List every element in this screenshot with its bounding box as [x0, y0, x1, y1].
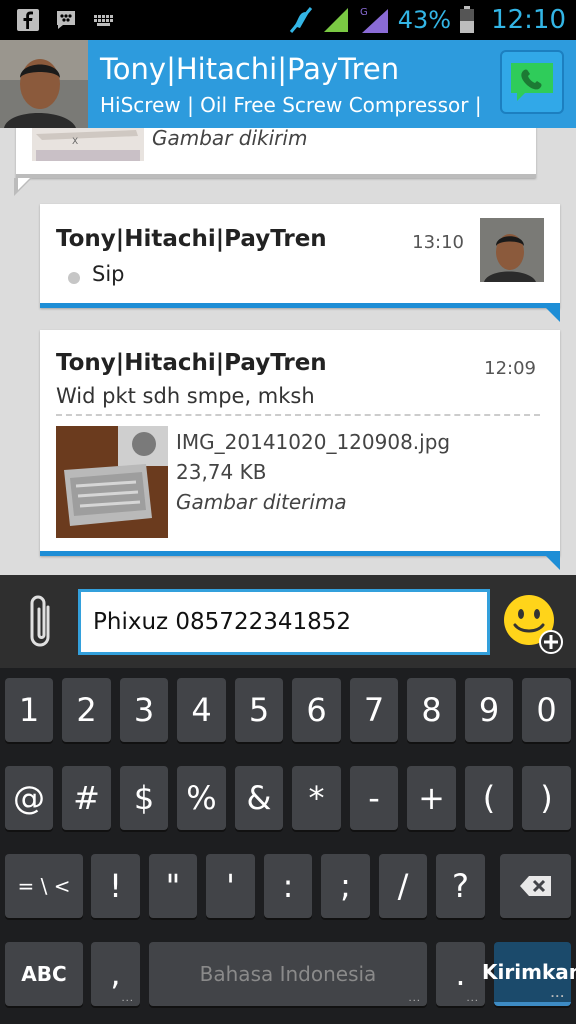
sent-image-bubble[interactable]: X Gambar dikirim: [16, 128, 536, 178]
sender-avatar[interactable]: [480, 218, 544, 282]
key-9[interactable]: 9: [465, 678, 513, 742]
mute-icon: [289, 7, 312, 33]
key-dots: ...: [550, 989, 565, 1000]
battery-percent: 43%: [397, 6, 452, 34]
key-space-label: Bahasa Indonesia: [199, 962, 377, 986]
key-space[interactable]: Bahasa Indonesia...: [149, 942, 427, 1006]
chat-header: Tony|Hitachi|PayTren HiScrew | Oil Free …: [0, 40, 576, 128]
key-dots: ...: [121, 993, 134, 1004]
key-minus[interactable]: -: [350, 766, 398, 830]
key-double-quote[interactable]: ": [149, 854, 197, 918]
message-sender: Tony|Hitachi|PayTren: [56, 350, 327, 376]
key-semicolon[interactable]: ;: [321, 854, 370, 918]
key-dollar[interactable]: $: [120, 766, 168, 830]
paperclip-icon[interactable]: [22, 593, 62, 653]
key-asterisk[interactable]: *: [292, 766, 341, 830]
key-6[interactable]: 6: [292, 678, 341, 742]
attachment-file-size: 23,74 KB: [176, 460, 267, 484]
sent-status: Gambar dikirim: [152, 128, 308, 150]
call-button[interactable]: [500, 50, 564, 114]
send-button[interactable]: Kirimkan...: [482, 942, 576, 1006]
key-2[interactable]: 2: [62, 678, 111, 742]
key-dots: ...: [408, 993, 421, 1004]
message-text: Wid pkt sdh smpe, mksh: [56, 384, 315, 408]
bubble-tail: [542, 304, 560, 322]
key-comma-label: ,: [110, 955, 121, 993]
backspace-icon: [519, 876, 551, 896]
bubble-tail: [542, 552, 560, 570]
key-question[interactable]: ?: [436, 854, 485, 918]
key-backspace[interactable]: [500, 854, 571, 918]
message-input[interactable]: Phixuz 085722341852: [78, 589, 490, 655]
read-status-dot: [68, 272, 80, 284]
facebook-icon: [17, 9, 39, 31]
key-colon[interactable]: :: [264, 854, 312, 918]
key-open-paren[interactable]: (: [465, 766, 513, 830]
message-bubble[interactable]: Tony|Hitachi|PayTren 12:09 Wid pkt sdh s…: [40, 330, 560, 556]
key-more-symbols[interactable]: = \ <: [5, 854, 83, 918]
attachment-status: Gambar diterima: [176, 490, 347, 514]
phone-icon: [511, 63, 553, 101]
signal-icon: [323, 8, 348, 32]
attachment-thumbnail[interactable]: [56, 426, 168, 538]
key-period-label: .: [455, 955, 466, 993]
message-time: 12:09: [484, 358, 536, 379]
key-period[interactable]: ....: [436, 942, 485, 1006]
chat-area[interactable]: X Gambar dikirim Tony|Hitachi|PayTren 13…: [0, 128, 576, 575]
message-time: 13:10: [412, 232, 464, 253]
message-sender: Tony|Hitachi|PayTren: [56, 226, 327, 252]
key-close-paren[interactable]: ): [522, 766, 571, 830]
keyboard-icon: [94, 15, 113, 26]
key-exclamation[interactable]: !: [91, 854, 140, 918]
svg-text:X: X: [72, 137, 78, 147]
key-comma[interactable]: ,...: [91, 942, 140, 1006]
status-time: 12:10: [491, 5, 566, 35]
bbm-icon: [57, 11, 75, 29]
key-dots: ...: [466, 993, 479, 1004]
header-title[interactable]: Tony|Hitachi|PayTren: [100, 52, 399, 86]
key-plus[interactable]: +: [407, 766, 456, 830]
key-hash[interactable]: #: [62, 766, 111, 830]
key-4[interactable]: 4: [177, 678, 226, 742]
key-slash[interactable]: /: [379, 854, 427, 918]
sent-image-thumbnail[interactable]: X: [32, 128, 144, 161]
message-bubble[interactable]: Tony|Hitachi|PayTren 13:10 Sip: [40, 204, 560, 308]
battery-icon: [460, 6, 475, 33]
contact-avatar[interactable]: [0, 40, 88, 128]
header-subtitle[interactable]: HiScrew | Oil Free Screw Compressor |...: [100, 93, 480, 117]
status-bar: G 43% 12:10: [0, 0, 576, 40]
compose-bar: Phixuz 085722341852: [0, 575, 576, 668]
key-ampersand[interactable]: &: [235, 766, 283, 830]
key-single-quote[interactable]: ': [206, 854, 255, 918]
key-8[interactable]: 8: [407, 678, 456, 742]
key-1[interactable]: 1: [5, 678, 53, 742]
bubble-tail-inner: [18, 178, 30, 190]
key-5[interactable]: 5: [235, 678, 283, 742]
svg-text:G: G: [360, 7, 368, 18]
send-label: Kirimkan: [482, 960, 576, 984]
signal-g-icon: G: [360, 7, 388, 33]
attachment-file-name: IMG_20141020_120908.jpg: [176, 430, 451, 454]
key-percent[interactable]: %: [177, 766, 226, 830]
divider: [56, 414, 540, 416]
key-0[interactable]: 0: [522, 678, 571, 742]
key-abc[interactable]: ABC: [5, 942, 83, 1006]
key-at[interactable]: @: [5, 766, 53, 830]
key-3[interactable]: 3: [120, 678, 168, 742]
emoji-icon[interactable]: [500, 591, 566, 657]
keyboard: 1 2 3 4 5 6 7 8 9 0 @ # $ % & * - + ( ) …: [0, 668, 576, 1024]
message-text: Sip: [92, 262, 125, 286]
key-7[interactable]: 7: [350, 678, 398, 742]
